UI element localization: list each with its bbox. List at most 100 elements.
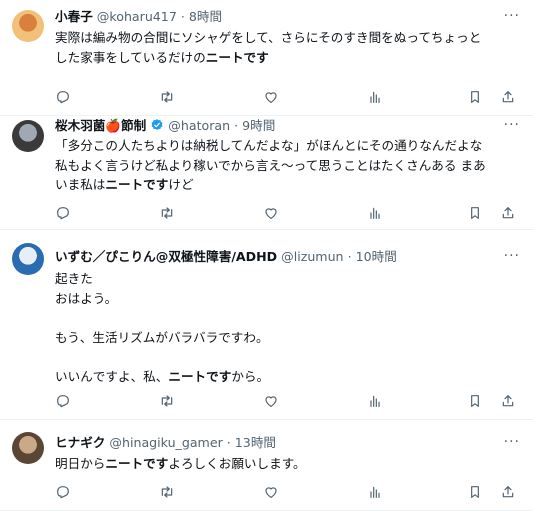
handle[interactable]: @koharu417: [97, 9, 177, 24]
like-button[interactable]: [263, 484, 281, 502]
like-button[interactable]: [263, 205, 281, 223]
share-icon: [500, 484, 518, 500]
tweet-text: 実際は編み物の合間にソシャゲをして、さらにそのすき間をぬってちょっと した家事をし…: [55, 28, 523, 67]
retweet-button[interactable]: [159, 484, 177, 502]
views-button[interactable]: [367, 393, 385, 411]
share-icon: [500, 393, 518, 409]
retweet-icon: [159, 393, 177, 409]
tweet-line: もう、生活リズムがバラバラですわ。: [55, 329, 269, 345]
reply-icon: [55, 205, 73, 221]
reply-button[interactable]: [55, 89, 73, 107]
action-bar: [55, 393, 523, 411]
avatar[interactable]: [12, 120, 44, 152]
tweet-line: 私もよく言うけど私より稼いでから言え〜って思うことはたくさんある まあ: [55, 157, 486, 173]
bookmark-button[interactable]: [467, 393, 485, 411]
more-icon: ···: [503, 248, 520, 264]
separator: ·: [180, 9, 185, 24]
timestamp[interactable]: 10時間: [356, 249, 397, 264]
bookmark-icon: [467, 205, 485, 221]
tweet-line: 「多分この人たちよりは納税してんだよな」がほんとにその通りなんだよな: [55, 138, 483, 153]
more-button[interactable]: ···: [504, 249, 520, 263]
avatar[interactable]: [12, 243, 44, 275]
timestamp[interactable]: 9時間: [242, 118, 275, 133]
share-button[interactable]: [500, 393, 518, 411]
tweet-header: いずむ／ぴこりん@双極性障害/ADHD @lizumun · 10時間: [55, 248, 397, 266]
handle[interactable]: @lizumun: [281, 249, 343, 264]
bookmark-button[interactable]: [467, 89, 485, 107]
bookmark-button[interactable]: [467, 205, 485, 223]
avatar[interactable]: [12, 432, 44, 464]
reply-icon: [55, 89, 73, 105]
reply-button[interactable]: [55, 393, 73, 411]
bookmark-icon: [467, 393, 485, 409]
share-button[interactable]: [500, 484, 518, 502]
views-button[interactable]: [367, 484, 385, 502]
display-name[interactable]: いずむ／ぴこりん@双極性障害/ADHD: [55, 249, 277, 264]
tweet[interactable]: いずむ／ぴこりん@双極性障害/ADHD @lizumun · 10時間 ··· …: [0, 230, 533, 420]
handle[interactable]: @hatoran: [168, 118, 230, 133]
tweet-line: いま私はニートですけど: [55, 177, 194, 192]
tweet-line: [55, 347, 523, 367]
tweet-header: ヒナギク @hinagiku_gamer · 13時間: [55, 434, 276, 452]
views-icon: [367, 205, 385, 221]
reply-button[interactable]: [55, 484, 73, 502]
like-icon: [263, 484, 281, 500]
action-bar: [55, 205, 523, 223]
reply-button[interactable]: [55, 205, 73, 223]
views-icon: [367, 89, 385, 105]
tweet-line: 実際は編み物の合間にソシャゲをして、さらにそのすき間をぬってちょっと: [55, 30, 482, 45]
retweet-button[interactable]: [159, 393, 177, 411]
action-bar: [55, 89, 523, 107]
verified-icon: [151, 119, 163, 131]
tweet[interactable]: ヒナギク @hinagiku_gamer · 13時間 ··· 明日からニートで…: [0, 420, 533, 511]
timestamp[interactable]: 13時間: [235, 435, 276, 450]
display-name[interactable]: ヒナギク: [55, 435, 105, 450]
more-button[interactable]: ···: [504, 118, 520, 132]
like-icon: [263, 89, 281, 105]
reply-icon: [55, 484, 73, 500]
tweet-line: 起きた: [55, 271, 93, 286]
views-icon: [367, 484, 385, 500]
bookmark-button[interactable]: [467, 484, 485, 502]
timestamp[interactable]: 8時間: [189, 9, 222, 24]
separator: ·: [347, 249, 352, 264]
like-icon: [263, 205, 281, 221]
more-icon: ···: [503, 117, 520, 133]
retweet-icon: [159, 89, 177, 105]
views-icon: [367, 393, 385, 409]
tweet[interactable]: 桜木羽菌🍎節制 @hatoran · 9時間 ··· 「多分この人たちよりは納税…: [0, 116, 533, 230]
more-button[interactable]: ···: [504, 9, 520, 23]
retweet-button[interactable]: [159, 205, 177, 223]
tweet-text: 明日からニートですよろしくお願いします。: [55, 454, 523, 474]
retweet-button[interactable]: [159, 89, 177, 107]
like-button[interactable]: [263, 89, 281, 107]
views-button[interactable]: [367, 205, 385, 223]
action-bar: [55, 484, 523, 502]
separator: ·: [234, 118, 239, 133]
tweet-text: 「多分この人たちよりは納税してんだよな」がほんとにその通りなんだよな 私もよく言う…: [55, 136, 523, 195]
tweet-line: おはよう。: [55, 290, 118, 306]
tweet-line: 明日からニートですよろしくお願いします。: [55, 456, 306, 471]
views-button[interactable]: [367, 89, 385, 107]
more-icon: ···: [503, 8, 520, 24]
share-button[interactable]: [500, 205, 518, 223]
like-icon: [263, 393, 281, 409]
tweet-header: 小春子 @koharu417 · 8時間: [55, 8, 222, 26]
display-name[interactable]: 小春子: [55, 9, 93, 24]
reply-icon: [55, 393, 73, 409]
tweet-line: した家事をしているだけのニートです: [55, 49, 269, 65]
more-button[interactable]: ···: [504, 435, 520, 449]
retweet-icon: [159, 484, 177, 500]
display-name[interactable]: 桜木羽菌🍎節制: [55, 118, 146, 133]
like-button[interactable]: [263, 393, 281, 411]
share-icon: [500, 89, 518, 105]
tweet[interactable]: 小春子 @koharu417 · 8時間 ··· 実際は編み物の合間にソシャゲを…: [0, 0, 533, 116]
share-button[interactable]: [500, 89, 518, 107]
tweet-line: いいんですよ、私、ニートですから。: [55, 368, 270, 384]
more-icon: ···: [503, 434, 520, 450]
tweet-text: 起きたおはよう。もう、生活リズムがバラバラですわ。 いいんですよ、私、ニートですか…: [55, 269, 523, 386]
handle[interactable]: @hinagiku_gamer: [109, 435, 222, 450]
avatar[interactable]: [12, 10, 44, 42]
share-icon: [500, 205, 518, 221]
bookmark-icon: [467, 89, 485, 105]
